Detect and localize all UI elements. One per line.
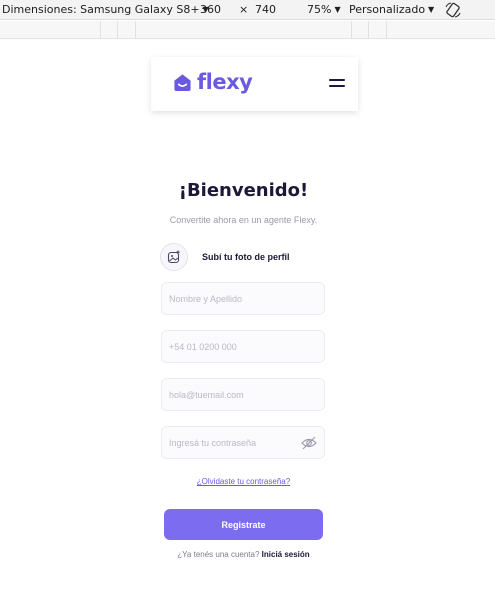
device-select[interactable]: Dimensiones: Samsung Galaxy S8+ ▼ [2,3,209,18]
times-sign: × [239,3,249,16]
app-header: flexy [151,57,358,111]
password-input[interactable] [162,427,324,458]
email-field-wrapper [161,378,325,411]
throttle-label: Personalizado [349,3,426,16]
hamburger-menu-icon[interactable] [329,79,345,90]
device-label: Dimensiones: Samsung Galaxy S8+ [2,3,200,16]
register-button[interactable]: Registrate [164,509,323,540]
ruler-tick [135,21,136,39]
logo-house-icon [174,73,191,91]
upload-photo-label: Subí tu foto de perfil [202,252,290,262]
media-query-ruler [0,21,495,39]
name-input[interactable] [162,283,324,314]
chevron-down-icon: ▼ [428,5,435,14]
throttle-select[interactable]: Personalizado ▼ [349,3,434,18]
ruler-tick [368,21,369,39]
ruler-tick [100,21,101,39]
have-account-text: ¿Ya tenés una cuenta? [177,550,262,559]
width-input[interactable]: 360 [200,3,221,17]
logo-text: flexy [197,70,253,94]
forgot-password-link[interactable]: ¿Olvidaste tu contraseña? [0,477,487,486]
ruler-tick [351,21,352,39]
flexy-logo[interactable]: flexy [173,70,253,94]
login-link[interactable]: Iniciá sesión [262,550,310,559]
rotate-icon[interactable] [444,1,462,19]
password-field-wrapper [161,426,325,459]
devtools-device-toolbar: Dimensiones: Samsung Galaxy S8+ ▼ 360 × 7… [0,0,495,20]
add-photo-icon [167,250,180,264]
page-title: ¡Bienvenido! [178,180,309,201]
ruler-tick [117,21,118,39]
upload-photo-button[interactable]: Subí tu foto de perfil [160,243,290,271]
phone-field-wrapper [161,330,325,363]
chevron-down-icon: ▼ [334,5,341,14]
page-subtitle: Convertite ahora en un agente Flexy. [169,215,318,225]
photo-circle [160,243,188,271]
email-input[interactable] [162,379,324,410]
height-input[interactable]: 740 [255,3,276,17]
ruler-tick [386,21,387,39]
eye-off-icon[interactable] [301,436,317,450]
zoom-label: 75% [307,3,332,16]
login-prompt: ¿Ya tenés una cuenta? Iniciá sesión [0,550,487,559]
zoom-select[interactable]: 75% ▼ [307,3,341,18]
phone-input[interactable] [162,331,324,362]
name-field-wrapper [161,282,325,315]
